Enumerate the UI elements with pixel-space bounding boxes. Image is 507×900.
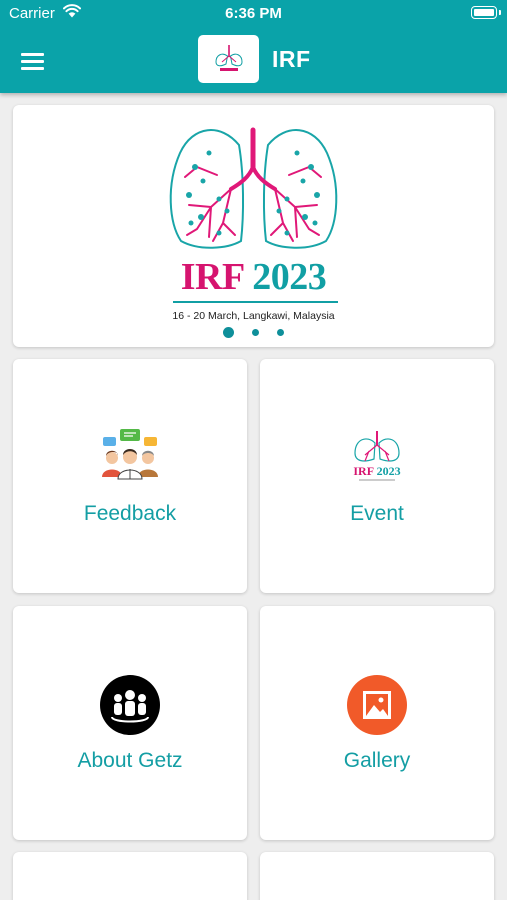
banner-title: IRF 2023: [180, 256, 327, 298]
about-getz-tile[interactable]: About Getz: [13, 606, 247, 840]
group-people-icon: [100, 675, 160, 735]
lungs-logo-icon: [169, 127, 338, 249]
banner-divider: [173, 301, 338, 303]
irf-logo-icon: [214, 45, 243, 71]
event-label: Event: [350, 502, 404, 525]
banner-subtitle: 16 - 20 March, Langkawi, Malaysia: [172, 310, 335, 322]
app-bar: Carrier 6:36 PM IRF: [0, 0, 507, 93]
image-gallery-icon: [347, 675, 407, 735]
about-getz-label: About Getz: [77, 749, 183, 772]
clock: 6:36 PM: [225, 5, 282, 22]
next-tile-left[interactable]: [13, 852, 247, 900]
feedback-label: Feedback: [83, 502, 177, 525]
event-tile[interactable]: IRF 2023 Event: [260, 359, 494, 593]
event-banner-carousel[interactable]: IRF 2023 16 - 20 March, Langkawi, Malays…: [13, 105, 494, 347]
status-bar: Carrier 6:36 PM: [0, 0, 507, 28]
carousel-dot-3[interactable]: [277, 329, 284, 336]
feedback-people-icon: [102, 429, 158, 480]
app-logo: [198, 35, 259, 83]
gallery-tile[interactable]: Gallery: [260, 606, 494, 840]
carousel-page-indicator: [13, 327, 494, 338]
feedback-tile[interactable]: Feedback: [13, 359, 247, 593]
gallery-label: Gallery: [343, 749, 411, 772]
next-tile-right[interactable]: [260, 852, 494, 900]
hamburger-menu-icon[interactable]: [21, 53, 44, 70]
irf-event-logo-icon: IRF 2023: [353, 431, 401, 481]
svg-text:IRF 2023: IRF 2023: [353, 464, 400, 478]
carousel-dot-2[interactable]: [252, 329, 259, 336]
app-title: IRF: [272, 46, 311, 72]
carousel-dot-1[interactable]: [223, 327, 234, 338]
battery-icon: [471, 6, 501, 19]
